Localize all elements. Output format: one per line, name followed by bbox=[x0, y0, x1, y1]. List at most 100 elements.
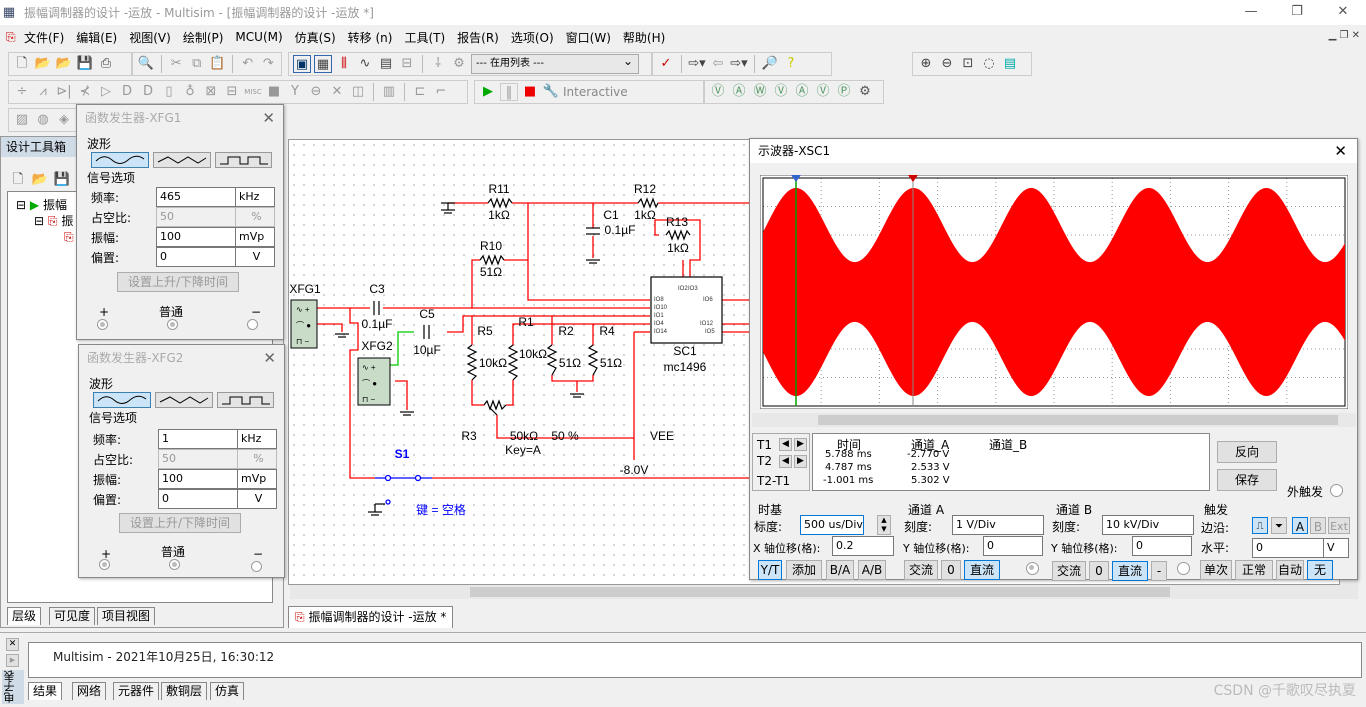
channel-b-terminal[interactable] bbox=[1177, 562, 1190, 575]
falling-edge-button[interactable]: ⏷ bbox=[1271, 517, 1287, 534]
minus-terminal[interactable] bbox=[251, 561, 262, 572]
horizontal-scrollbar[interactable] bbox=[290, 585, 1340, 599]
trigger-single-button[interactable]: 单次 bbox=[1200, 560, 1232, 580]
channel-b-dc-button[interactable]: 直流 bbox=[1112, 561, 1148, 581]
x-position-input[interactable]: 0.2 bbox=[832, 536, 894, 556]
tab-simulation[interactable]: 仿真 bbox=[210, 682, 245, 700]
r2-symbol bbox=[546, 344, 558, 376]
frequency-input[interactable]: 1 bbox=[158, 429, 238, 449]
plus-terminal[interactable] bbox=[97, 319, 108, 330]
offset-unit[interactable]: V bbox=[237, 489, 277, 509]
amplitude-input[interactable]: 100 bbox=[158, 469, 238, 489]
amplitude-input[interactable]: 100 bbox=[156, 227, 236, 247]
t1-right-arrow[interactable]: ▶ bbox=[794, 438, 807, 451]
trigger-auto-button[interactable]: 自动 bbox=[1276, 560, 1304, 580]
minus-terminal[interactable] bbox=[247, 319, 258, 330]
mode-ba-button[interactable]: B/A bbox=[826, 560, 854, 580]
square-wave-button[interactable] bbox=[215, 152, 272, 168]
rise-fall-time-button[interactable]: 设置上升/下降时间 bbox=[117, 272, 239, 292]
amplitude-unit[interactable]: mVp bbox=[235, 227, 275, 247]
trigger-level-input[interactable]: 0 bbox=[1252, 538, 1324, 558]
mode-yt-button[interactable]: Y/T bbox=[758, 560, 782, 580]
channel-a-scale-input[interactable]: 1 V/Div bbox=[952, 515, 1044, 535]
trigger-source-a[interactable]: A bbox=[1292, 517, 1308, 534]
offset-unit[interactable]: V bbox=[235, 247, 275, 267]
ext-trigger-terminal[interactable] bbox=[1330, 484, 1343, 497]
square-wave-button[interactable] bbox=[217, 392, 274, 408]
label-c3: C3 bbox=[369, 282, 385, 296]
channel-a-dc-button[interactable]: 直流 bbox=[964, 560, 1000, 580]
triangle-wave-button[interactable] bbox=[153, 152, 211, 168]
channel-b-y-position-input[interactable]: 0 bbox=[1132, 536, 1192, 556]
triangle-wave-button[interactable] bbox=[155, 392, 213, 408]
tab-nets[interactable]: 网络 bbox=[72, 682, 107, 700]
svg-text:50kΩ: 50kΩ bbox=[510, 429, 538, 443]
timebase-spinner[interactable]: ▲ ▼ bbox=[877, 515, 891, 535]
reverse-button[interactable]: 反向 bbox=[1217, 441, 1277, 463]
channel-a-ac-button[interactable]: 交流 bbox=[904, 560, 938, 580]
channel-a-zero-button[interactable]: 0 bbox=[941, 560, 961, 580]
tab-copper-layers[interactable]: 敷铜层 bbox=[161, 682, 208, 700]
sine-wave-button[interactable] bbox=[93, 392, 151, 408]
frequency-unit[interactable]: kHz bbox=[235, 187, 275, 207]
offset-input[interactable]: 0 bbox=[156, 247, 236, 267]
close-icon[interactable]: ✕ bbox=[263, 345, 276, 371]
output-expand-button[interactable]: ▶ bbox=[6, 654, 19, 667]
mode-add-button[interactable]: 添加 bbox=[786, 560, 822, 580]
channel-b-scale-input[interactable]: 10 kV/Div bbox=[1102, 515, 1194, 535]
channel-b-ac-button[interactable]: 交流 bbox=[1052, 561, 1086, 581]
common-terminal[interactable] bbox=[167, 319, 178, 330]
tab-results[interactable]: 结果 bbox=[28, 682, 63, 700]
channel-a-y-position-input[interactable]: 0 bbox=[983, 536, 1043, 556]
channel-b-zero-button[interactable]: 0 bbox=[1089, 561, 1109, 581]
t2-right-arrow[interactable]: ▶ bbox=[794, 455, 807, 468]
timebase-scale-input[interactable]: 500 us/Div bbox=[800, 515, 864, 535]
offset-input[interactable]: 0 bbox=[158, 489, 238, 509]
trigger-normal-button[interactable]: 正常 bbox=[1235, 560, 1273, 580]
duty-unit: % bbox=[237, 449, 277, 469]
common-terminal-label: 普通 bbox=[159, 305, 184, 319]
sine-wave-button[interactable] bbox=[91, 152, 149, 168]
trigger-source-b[interactable]: B bbox=[1310, 517, 1326, 534]
rise-fall-time-button[interactable]: 设置上升/下降时间 bbox=[119, 513, 241, 533]
channel-a-terminal[interactable] bbox=[1026, 562, 1039, 575]
scope-title-bar[interactable]: 示波器-XSC1 ✕ bbox=[750, 139, 1357, 163]
svg-text:⌒ ●: ⌒ ● bbox=[362, 379, 377, 388]
plus-terminal[interactable] bbox=[99, 559, 110, 570]
scope-scrollbar[interactable] bbox=[752, 413, 1356, 427]
svg-text:⌒ ●: ⌒ ● bbox=[296, 321, 311, 330]
mode-ab-button[interactable]: A/B bbox=[858, 560, 886, 580]
svg-text:⊓ −: ⊓ − bbox=[362, 395, 375, 404]
save-button[interactable]: 保存 bbox=[1217, 469, 1277, 491]
trigger-source-ext[interactable]: Ext bbox=[1328, 517, 1350, 534]
close-icon[interactable]: ✕ bbox=[262, 105, 275, 131]
close-icon[interactable]: ✕ bbox=[1334, 139, 1347, 163]
svg-text:IO8: IO8 bbox=[654, 297, 664, 303]
frequency-input[interactable]: 465 bbox=[156, 187, 236, 207]
frequency-unit[interactable]: kHz bbox=[237, 429, 277, 449]
trigger-none-button[interactable]: 无 bbox=[1307, 560, 1333, 580]
label-s1-key: 键 = 空格 bbox=[416, 502, 466, 517]
label-c1: C1 bbox=[603, 208, 619, 222]
t2-left-arrow[interactable]: ◀ bbox=[779, 455, 792, 468]
svg-text:∿ +: ∿ + bbox=[362, 363, 376, 372]
tab-components[interactable]: 元器件 bbox=[113, 682, 160, 700]
output-message: Multisim - 2021年10月25日, 16:30:12 bbox=[53, 650, 275, 664]
amp-label: 振幅: bbox=[93, 473, 122, 487]
output-close-button[interactable]: ✕ bbox=[6, 638, 19, 651]
dialog-title[interactable]: 函数发生器-XFG2 ✕ bbox=[79, 345, 284, 371]
spreadsheet-view-tab[interactable]: 电子表 bbox=[2, 670, 24, 704]
header-channel-b: 通道_B bbox=[989, 438, 1028, 452]
amplitude-unit[interactable]: mVp bbox=[237, 469, 277, 489]
trigger-level-unit[interactable]: V bbox=[1323, 538, 1349, 558]
t1-left-arrow[interactable]: ◀ bbox=[779, 438, 792, 451]
rising-edge-button[interactable]: ⎍ bbox=[1252, 517, 1268, 534]
doc-tab[interactable]: ⎘ 振幅调制器的设计 -运放 * bbox=[288, 606, 454, 628]
common-terminal[interactable] bbox=[169, 559, 180, 570]
channel-b-minus-button[interactable]: - bbox=[1151, 561, 1167, 581]
t2-channel-a: 2.533 V bbox=[911, 462, 950, 473]
label-c5: C5 bbox=[419, 307, 435, 321]
svg-text:1kΩ: 1kΩ bbox=[667, 241, 689, 255]
channel-b-y-position-label: Y 轴位移(格): bbox=[1051, 542, 1118, 555]
dialog-title[interactable]: 函数发生器-XFG1 ✕ bbox=[77, 105, 283, 131]
